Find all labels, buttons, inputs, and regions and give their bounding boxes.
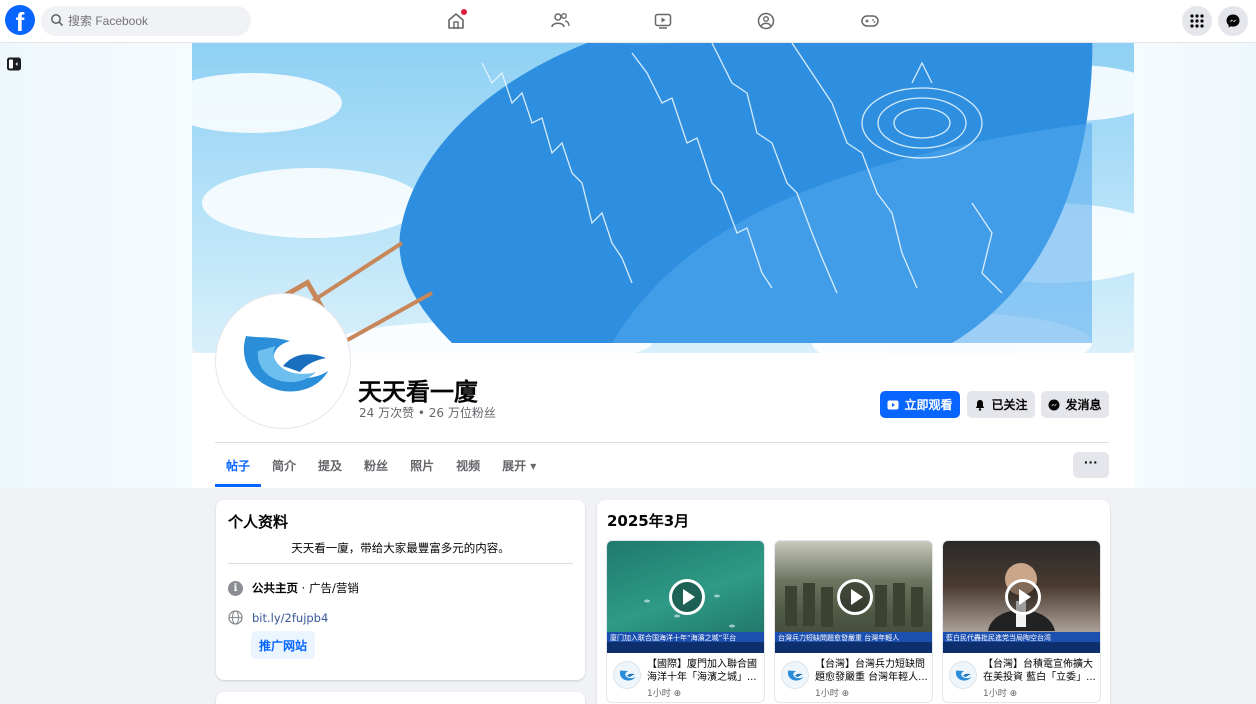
menu-button[interactable] [1182, 6, 1212, 36]
play-button-icon[interactable] [837, 579, 873, 615]
tab-about[interactable]: 简介 [261, 443, 307, 487]
bell-icon [976, 399, 985, 411]
page-title: 天天看一廈 [358, 378, 478, 406]
tab-mentions[interactable]: 提及 [307, 443, 353, 487]
more-options-button[interactable]: ··· [1073, 452, 1109, 478]
tab-followers[interactable]: 粉丝 [353, 443, 399, 487]
facebook-logo[interactable]: f [5, 5, 35, 35]
video-title[interactable]: 【國際】廈門加入聯合國海洋十年「海濱之城」... [647, 658, 763, 684]
groups-nav-button[interactable] [751, 6, 781, 36]
video-title[interactable]: 【台灣】台灣兵力短缺問題愈發嚴重 台灣年輕人... [815, 658, 931, 684]
play-video-icon [887, 400, 899, 409]
video-card[interactable]: 台灣兵力短缺問題愈發嚴重 台灣年輕人 【台灣】台灣兵力短缺問題愈發嚴重 台灣年輕… [774, 540, 933, 703]
video-thumbnail: 藍白民代轟批民進党当局陶空台湾 [943, 541, 1100, 653]
profile-tabs: 帖子 简介 提及 粉丝 照片 视频 展开 ▾ [215, 443, 547, 487]
category-bold: 公共主页 [252, 581, 298, 595]
video-time: 1小时 ⊕ [815, 689, 850, 699]
friends-nav-button[interactable] [545, 6, 575, 36]
page-logo-icon [243, 336, 328, 392]
message-button[interactable]: 发消息 [1041, 391, 1109, 418]
following-label: 已关注 [991, 398, 1028, 412]
tab-posts[interactable]: 帖子 [215, 443, 262, 487]
channel-avatar [949, 661, 977, 689]
video-thumbnail: 台灣兵力短缺問題愈發嚴重 台灣年輕人 [775, 541, 932, 653]
globe-icon [228, 610, 243, 625]
play-button-icon[interactable] [669, 579, 705, 615]
video-info: 【台灣】台積電宣佈擴大在美投資 藍白「立委」... 1小时 ⊕ [943, 655, 1100, 702]
video-thumbnail: 廈门加入联合国海洋十年“海濱之城”平台 [607, 541, 764, 653]
intro-bio: 天天看一廈，带给大家最豐富多元的内容。 [291, 541, 510, 555]
next-card [216, 692, 585, 704]
friends-icon [551, 13, 570, 28]
following-button[interactable]: 已关注 [967, 391, 1035, 418]
promote-website-button[interactable]: 推广网站 [251, 631, 315, 659]
channel-avatar [781, 661, 809, 689]
search-box[interactable] [41, 6, 251, 36]
video-time: 1小时 ⊕ [647, 689, 682, 699]
page-category: 公共主页 · 广告/营销 [252, 580, 359, 596]
video-card[interactable]: 廈门加入联合国海洋十年“海濱之城”平台 【國際】廈門加入聯合國海洋十年「海濱之城… [606, 540, 765, 703]
tab-photos[interactable]: 照片 [399, 443, 445, 487]
intro-title: 个人资料 [228, 513, 289, 531]
gaming-icon [861, 15, 879, 27]
top-navigation-bar: f [0, 0, 1256, 43]
public-globe-icon: ⊕ [841, 689, 850, 699]
play-button-icon[interactable] [1005, 579, 1041, 615]
website-link[interactable]: bit.ly/2fujpb4 [252, 611, 328, 625]
page-logo-icon [619, 670, 636, 681]
sidebar-toggle-icon[interactable] [6, 56, 22, 72]
video-ticker [607, 642, 764, 653]
messenger-small-icon [1048, 399, 1060, 410]
page-avatar[interactable] [216, 294, 350, 428]
message-label: 发消息 [1065, 398, 1102, 412]
page-category-row: i 公共主页 · 广告/营销 [228, 580, 359, 596]
gaming-nav-button[interactable] [855, 6, 885, 36]
page-logo-icon [955, 670, 972, 681]
videos-section: 2025年3月 廈门加入联合国海洋十年“海濱之城”平台 【國際】廈門加入聯合國海… [597, 500, 1110, 704]
search-input[interactable] [68, 6, 244, 36]
video-nav-button[interactable] [648, 6, 678, 36]
tab-videos[interactable]: 视频 [445, 443, 491, 487]
video-time: 1小时 ⊕ [983, 689, 1018, 699]
public-globe-icon: ⊕ [1009, 689, 1018, 699]
website-row: bit.ly/2fujpb4 [228, 610, 328, 625]
video-card[interactable]: 藍白民代轟批民進党当局陶空台湾 【台灣】台積電宣佈擴大在美投資 藍白「立委」..… [942, 540, 1101, 703]
video-title[interactable]: 【台灣】台積電宣佈擴大在美投資 藍白「立委」... [983, 658, 1099, 684]
search-icon [51, 14, 64, 27]
cover-backdrop-right [1134, 43, 1256, 488]
video-icon [654, 13, 672, 29]
watch-now-button[interactable]: 立即观看 [880, 391, 960, 418]
intro-divider [228, 563, 573, 564]
watch-now-label: 立即观看 [904, 398, 953, 412]
cover-backdrop-left [0, 43, 192, 488]
video-info: 【國際】廈門加入聯合國海洋十年「海濱之城」... 1小时 ⊕ [607, 655, 764, 702]
public-globe-icon: ⊕ [673, 689, 682, 699]
messenger-button[interactable] [1218, 6, 1248, 36]
info-icon: i [228, 580, 243, 596]
month-heading: 2025年3月 [607, 512, 690, 530]
channel-avatar [613, 661, 641, 689]
page-logo-icon [787, 670, 804, 681]
messenger-icon [1226, 14, 1240, 28]
home-nav-button[interactable] [441, 6, 471, 36]
groups-icon [757, 12, 775, 30]
video-ticker [775, 642, 932, 653]
video-ticker [943, 642, 1100, 653]
tab-more[interactable]: 展开 ▾ [491, 443, 547, 487]
notification-dot [461, 9, 467, 15]
category-rest: · 广告/营销 [298, 581, 359, 595]
page-stats: 24 万次赞 • 26 万位粉丝 [359, 406, 496, 420]
menu-grid-icon [1190, 14, 1204, 28]
video-info: 【台灣】台灣兵力短缺問題愈發嚴重 台灣年輕人... 1小时 ⊕ [775, 655, 932, 702]
